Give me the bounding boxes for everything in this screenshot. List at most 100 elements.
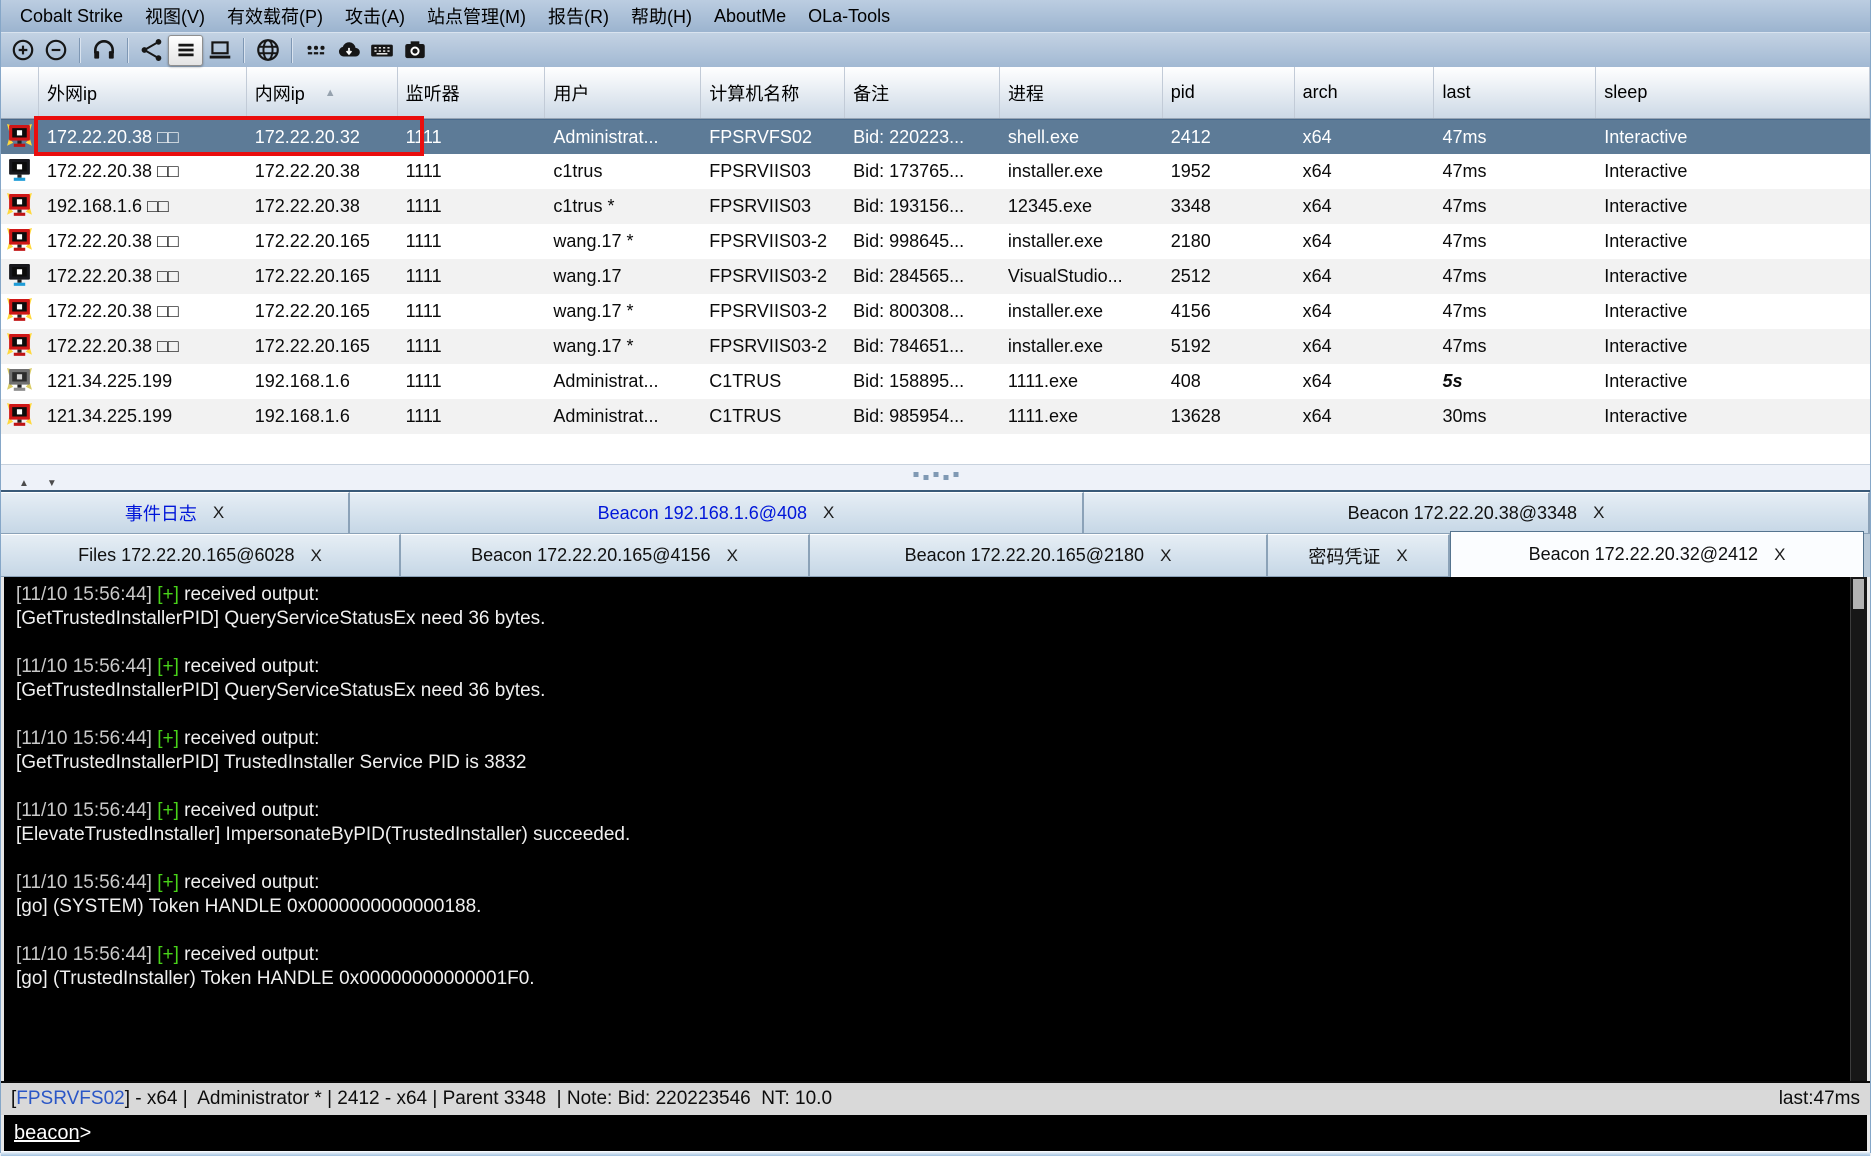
cell-int: 172.22.20.38 (247, 161, 398, 182)
zoom-out-button[interactable] (39, 36, 72, 65)
console-event-text: received output: (179, 728, 319, 749)
tab-Beacon-172.22.20.165@2180[interactable]: Beacon 172.22.20.165@2180X (810, 534, 1268, 577)
menu-item-4[interactable]: 站点管理(M) (416, 3, 537, 29)
cloud-download-button[interactable] (332, 36, 365, 65)
column-header-pid[interactable]: pid (1163, 67, 1295, 118)
column-header-进程[interactable]: 进程 (1000, 67, 1163, 118)
tab-close-icon[interactable]: X (1160, 546, 1171, 566)
beacon-red-monitor-icon (1, 228, 39, 255)
tab-close-icon[interactable]: X (311, 546, 322, 566)
tab-close-icon[interactable]: X (823, 503, 834, 523)
globe-button[interactable] (251, 36, 284, 65)
command-input[interactable] (91, 1122, 97, 1145)
splitter-grip-icon[interactable] (913, 472, 958, 477)
beacon-row-13628[interactable]: 121.34.225.199192.168.1.61111Administrat… (1, 399, 1870, 434)
menu-item-2[interactable]: 有效载荷(P) (216, 3, 334, 29)
cell-user: wang.17 * (545, 301, 701, 322)
beacon-red-monitor-icon (1, 193, 39, 220)
cell-int: 172.22.20.165 (247, 336, 398, 357)
menu-item-5[interactable]: 报告(R) (537, 3, 620, 29)
cell-ext: 192.168.1.6 □□ (39, 196, 247, 217)
tab-close-icon[interactable]: X (213, 503, 224, 523)
tab-close-icon[interactable]: X (1396, 546, 1407, 566)
splitter-collapse-down-icon[interactable]: ▼ (47, 478, 57, 489)
zoom-in-button[interactable] (6, 36, 39, 65)
column-header-内网ip[interactable]: 内网ip▲ (247, 67, 398, 118)
cell-user: Administrat... (545, 406, 701, 427)
column-header-icon[interactable] (1, 67, 39, 118)
cell-computer: C1TRUS (701, 371, 845, 392)
beacon-row-2412[interactable]: 172.22.20.38 □□172.22.20.321111Administr… (1, 119, 1870, 154)
console-success-tag: [+] (157, 728, 179, 749)
tab-Beacon-172.22.20.165@4156[interactable]: Beacon 172.22.20.165@4156X (401, 534, 810, 577)
tab-close-icon[interactable]: X (1774, 545, 1785, 565)
menu-item-8[interactable]: OLa-Tools (797, 6, 901, 27)
beacon-row-4156[interactable]: 172.22.20.38 □□172.22.20.1651111wang.17 … (1, 294, 1870, 329)
console-success-tag: [+] (157, 656, 179, 677)
tab-close-icon[interactable]: X (1593, 503, 1604, 523)
column-header-arch[interactable]: arch (1295, 67, 1435, 118)
menu-list-button[interactable] (168, 35, 203, 66)
cell-process: 1111.exe (1000, 406, 1163, 427)
cell-user: c1trus * (545, 196, 701, 217)
tab-Beacon-172.22.20.32@2412[interactable]: Beacon 172.22.20.32@2412X (1450, 531, 1864, 577)
console-event-text: received output: (179, 584, 319, 605)
cell-int: 172.22.20.38 (247, 196, 398, 217)
toolbar-separator (79, 38, 80, 63)
column-header-label: 内网ip (255, 80, 305, 106)
cell-pid: 2512 (1163, 266, 1295, 287)
beacon-row-1952[interactable]: 172.22.20.38 □□172.22.20.381111c1trusFPS… (1, 154, 1870, 189)
tab-Beacon-192.168.1.6@408[interactable]: Beacon 192.168.1.6@408X (350, 492, 1084, 534)
beacon-row-3348[interactable]: 192.168.1.6 □□172.22.20.381111c1trus *FP… (1, 189, 1870, 224)
tab--[interactable]: 密码凭证X (1268, 534, 1450, 577)
beacon-console-output[interactable]: [11/10 15:56:44] [+] received output:[Ge… (1, 577, 1870, 1081)
menu-item-6[interactable]: 帮助(H) (620, 3, 703, 29)
cell-last: 5s (1434, 371, 1596, 392)
beacon-blue-monitor-icon (1, 158, 39, 185)
share-button[interactable] (135, 36, 168, 65)
column-header-计算机名称[interactable]: 计算机名称 (701, 67, 845, 118)
cell-last: 47ms (1434, 161, 1596, 182)
menu-item-3[interactable]: 攻击(A) (334, 3, 416, 29)
tab-close-icon[interactable]: X (727, 546, 738, 566)
laptop-button[interactable] (203, 36, 236, 65)
cell-sleep: Interactive (1596, 371, 1870, 392)
menu-item-1[interactable]: 视图(V) (134, 3, 216, 29)
keyboard-button[interactable] (365, 36, 398, 65)
beacon-row-408[interactable]: 121.34.225.199192.168.1.61111Administrat… (1, 364, 1870, 399)
cell-user: wang.17 (545, 266, 701, 287)
column-header-sleep[interactable]: sleep (1596, 67, 1870, 118)
column-header-label: 用户 (553, 80, 589, 106)
column-header-监听器[interactable]: 监听器 (398, 67, 546, 118)
toolbar-separator (291, 38, 292, 63)
column-header-用户[interactable]: 用户 (545, 67, 701, 118)
splitter-collapse-up-icon[interactable]: ▲ (19, 478, 29, 489)
column-header-label: 备注 (853, 80, 889, 106)
cell-sleep: Interactive (1596, 406, 1870, 427)
cell-ext: 172.22.20.38 □□ (39, 266, 247, 287)
beacon-row-5192[interactable]: 172.22.20.38 □□172.22.20.1651111wang.17 … (1, 329, 1870, 364)
console-event-line: [11/10 15:56:44] [+] received output: (16, 943, 1853, 967)
cell-computer: FPSRVIIS03 (701, 196, 845, 217)
cell-process: VisualStudio... (1000, 266, 1163, 287)
beacon-row-2512[interactable]: 172.22.20.38 □□172.22.20.1651111wang.17F… (1, 259, 1870, 294)
cell-computer: C1TRUS (701, 406, 845, 427)
beacon-command-prompt[interactable]: beacon> (1, 1115, 1870, 1151)
console-scrollbar[interactable] (1850, 577, 1867, 1081)
headset-button[interactable] (87, 36, 120, 65)
tab-Beacon-172.22.20.38@3348[interactable]: Beacon 172.22.20.38@3348X (1084, 492, 1870, 534)
tab--[interactable]: 事件日志X (1, 492, 350, 534)
target-dots-button[interactable] (299, 36, 332, 65)
column-header-last[interactable]: last (1434, 67, 1596, 118)
column-header-备注[interactable]: 备注 (845, 67, 1000, 118)
camera-button[interactable] (398, 36, 431, 65)
menu-item-7[interactable]: AboutMe (703, 6, 797, 27)
console-scrollbar-thumb[interactable] (1853, 579, 1864, 609)
cell-last: 47ms (1434, 196, 1596, 217)
beacon-row-2180[interactable]: 172.22.20.38 □□172.22.20.1651111wang.17 … (1, 224, 1870, 259)
horizontal-splitter[interactable]: ▲ ▼ (1, 464, 1870, 490)
column-header-外网ip[interactable]: 外网ip (39, 67, 247, 118)
cell-note: Bid: 800308... (845, 301, 1000, 322)
tab-Files-172.22.20.165@6028[interactable]: Files 172.22.20.165@6028X (1, 534, 401, 577)
console-output-line: [ElevateTrustedInstaller] ImpersonateByP… (16, 823, 1853, 847)
